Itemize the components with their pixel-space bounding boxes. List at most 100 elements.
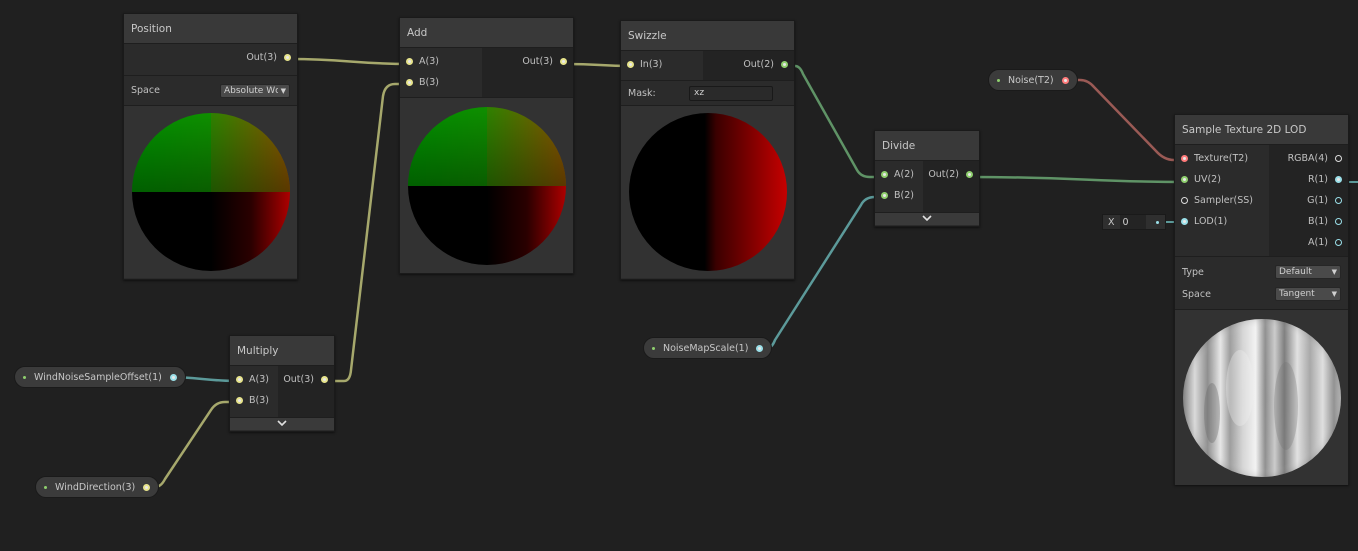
sample-input-uv-label: UV(2): [1194, 174, 1221, 185]
add-node[interactable]: Add A(3) B(3) Out(3): [399, 17, 574, 274]
winddirection-property-label: WindDirection(3): [55, 481, 136, 493]
wire-swizzle-to-divide-a: [786, 64, 885, 179]
vector1-port-icon[interactable]: [1181, 218, 1188, 225]
swizzle-node[interactable]: Swizzle In(3) Out(2) Mask: xz: [620, 20, 795, 280]
caret-down-icon: ▼: [1331, 290, 1337, 298]
sample-space-label: Space: [1182, 288, 1211, 300]
divide-input-a-label: A(2): [894, 169, 914, 180]
vector2-port-icon[interactable]: [881, 171, 888, 178]
vector1-port-icon: [1155, 220, 1159, 224]
position-space-value: Absolute Wc: [224, 85, 278, 96]
swizzle-mask-label: Mask:: [628, 87, 656, 99]
sample-out-rgba-label: RGBA(4): [1287, 153, 1328, 164]
winddirection-property-node[interactable]: WindDirection(3): [35, 476, 160, 498]
swizzle-preview-sphere: [628, 113, 787, 271]
swizzle-input-label: In(3): [640, 59, 663, 70]
sample-texture-preview: [1175, 310, 1348, 485]
lod-inline-input[interactable]: X 0: [1102, 214, 1166, 230]
sample-out-a-label: A(1): [1308, 237, 1328, 248]
chevron-down-icon: [277, 419, 287, 429]
noisemapscale-property-label: NoiseMapScale(1): [663, 342, 749, 354]
sample-input-lod-label: LOD(1): [1194, 216, 1228, 227]
wire-winddirection-to-multiply-b: [143, 400, 240, 489]
noise-property-node[interactable]: Noise(T2): [988, 69, 1078, 91]
chevron-down-icon: [922, 214, 932, 224]
property-indicator-icon: [652, 346, 655, 350]
vector2-port-icon[interactable]: [881, 192, 888, 199]
caret-down-icon: ▼: [280, 86, 286, 95]
position-out-label: Out(3): [246, 52, 277, 63]
divide-input-b-label: B(2): [894, 190, 914, 201]
sample-type-label: Type: [1182, 266, 1204, 278]
property-indicator-icon: [44, 485, 47, 489]
position-node[interactable]: Position Out(3) Space Absolute Wc ▼: [123, 13, 298, 280]
divide-node-title: Divide: [875, 131, 979, 161]
wire-divide-to-sample-uv: [968, 175, 1187, 184]
sample-out-g-label: G(1): [1307, 195, 1328, 206]
sample-input-texture-label: Texture(T2): [1194, 153, 1249, 164]
add-input-a-label: A(3): [419, 56, 439, 67]
swizzle-out-label: Out(2): [743, 59, 774, 70]
wire-noise-to-sample-texture: [1064, 78, 1186, 162]
lod-x-label: X: [1108, 216, 1115, 228]
multiply-input-a-label: A(3): [249, 374, 269, 385]
lod-x-value-field[interactable]: 0: [1119, 215, 1146, 229]
vector1-port-icon[interactable]: [1335, 218, 1342, 225]
vector4-port-icon[interactable]: [1335, 155, 1342, 162]
sample-texture-preview-sphere: [1182, 318, 1341, 477]
swizzle-preview: [621, 106, 794, 278]
wire-position-to-add-a: [289, 57, 410, 66]
multiply-expand-button[interactable]: [230, 418, 334, 430]
sample-texture-node[interactable]: Sample Texture 2D LOD Texture(T2) UV(2) …: [1174, 114, 1349, 485]
divide-node[interactable]: Divide A(2) B(2) Out(2): [874, 130, 980, 227]
position-preview: [124, 106, 297, 278]
vector3-port-icon[interactable]: [627, 61, 634, 68]
divide-expand-button[interactable]: [875, 213, 979, 225]
divide-out-label: Out(2): [928, 169, 959, 180]
vector2-port-icon[interactable]: [966, 171, 973, 178]
add-preview-sphere: [407, 106, 566, 265]
caret-down-icon: ▼: [1331, 268, 1337, 276]
vector2-port-icon[interactable]: [1181, 176, 1188, 183]
vector3-port-icon[interactable]: [143, 483, 151, 491]
vector3-port-icon[interactable]: [560, 58, 567, 65]
texture-port-icon[interactable]: [1061, 76, 1069, 84]
vector1-port-icon[interactable]: [1335, 239, 1342, 246]
vector1-port-icon[interactable]: [169, 373, 177, 381]
noise-property-label: Noise(T2): [1008, 74, 1054, 86]
vector3-port-icon[interactable]: [236, 397, 243, 404]
position-node-title: Position: [124, 14, 297, 44]
position-preview-sphere: [131, 113, 290, 271]
position-space-label: Space: [131, 85, 160, 96]
swizzle-mask-value: xz: [694, 88, 705, 98]
add-preview: [400, 98, 573, 273]
vector3-port-icon[interactable]: [406, 79, 413, 86]
vector3-port-icon[interactable]: [236, 376, 243, 383]
add-input-b-label: B(3): [419, 77, 439, 88]
windnoisesampleoffset-property-node[interactable]: WindNoiseSampleOffset(1): [14, 366, 186, 388]
swizzle-mask-field[interactable]: xz: [689, 85, 773, 101]
sample-texture-node-title: Sample Texture 2D LOD: [1175, 115, 1348, 145]
sample-out-r-label: R(1): [1307, 174, 1328, 185]
sample-space-dropdown[interactable]: Tangent ▼: [1275, 287, 1341, 301]
vector1-port-icon[interactable]: [1335, 197, 1342, 204]
multiply-node-title: Multiply: [230, 336, 334, 366]
vector3-port-icon[interactable]: [284, 54, 291, 61]
sampler-port-icon[interactable]: [1181, 197, 1188, 204]
add-out-label: Out(3): [522, 56, 553, 67]
position-space-dropdown[interactable]: Absolute Wc ▼: [220, 83, 290, 98]
vector2-port-icon[interactable]: [781, 61, 788, 68]
add-node-title: Add: [400, 18, 573, 48]
vector3-port-icon[interactable]: [406, 58, 413, 65]
vector1-port-icon[interactable]: [1335, 176, 1342, 183]
multiply-input-b-label: B(3): [249, 395, 269, 406]
sample-type-value: Default: [1279, 267, 1312, 277]
vector1-port-icon[interactable]: [756, 344, 764, 352]
multiply-node[interactable]: Multiply A(3) B(3) Out(3): [229, 335, 335, 432]
noisemapscale-property-node[interactable]: NoiseMapScale(1): [643, 337, 773, 359]
property-indicator-icon: [997, 78, 1000, 82]
texture-port-icon[interactable]: [1181, 155, 1188, 162]
windnoisesampleoffset-property-label: WindNoiseSampleOffset(1): [34, 371, 162, 383]
vector3-port-icon[interactable]: [321, 376, 328, 383]
sample-type-dropdown[interactable]: Default ▼: [1275, 265, 1341, 279]
